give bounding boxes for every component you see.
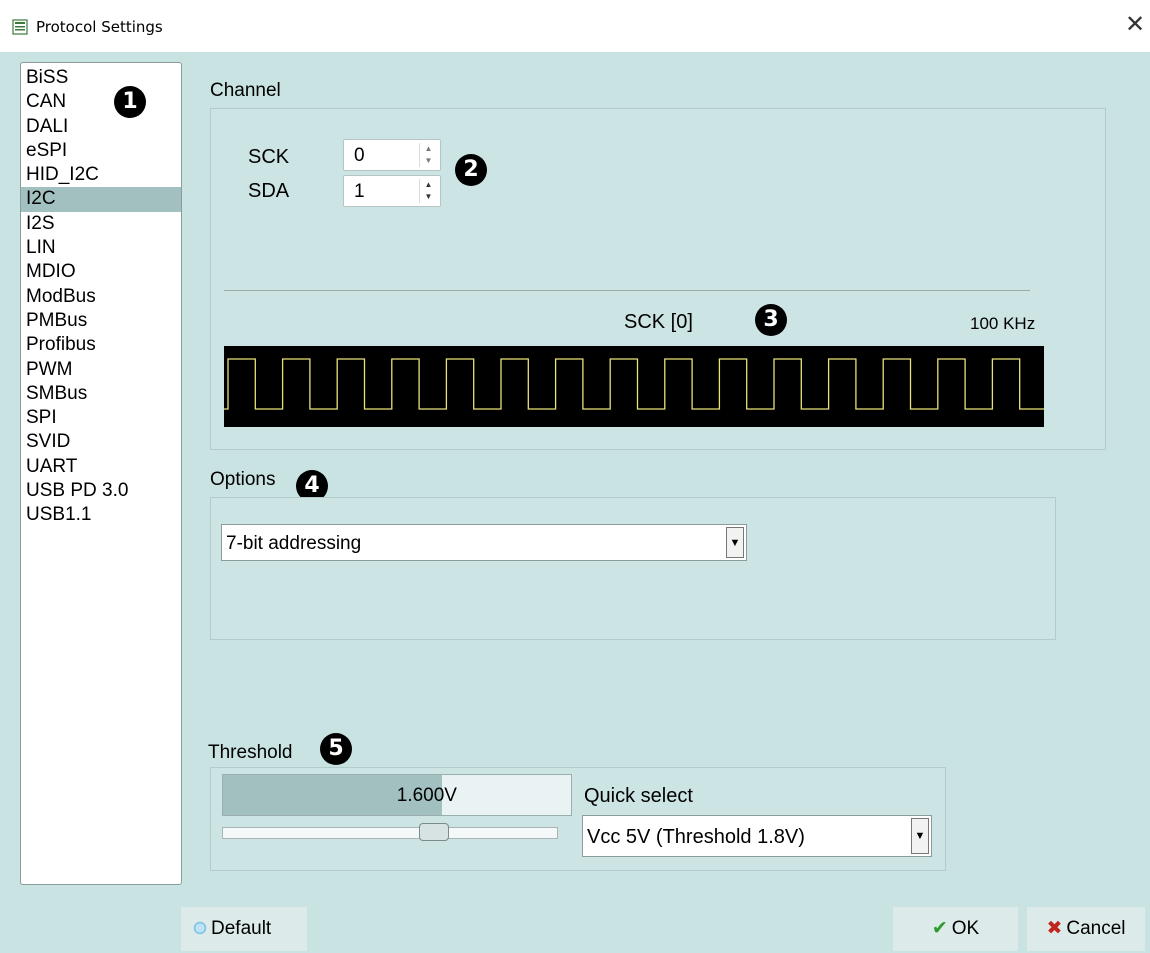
protocol-item-dali[interactable]: DALI: [21, 115, 181, 139]
chevron-down-icon[interactable]: ▼: [726, 527, 744, 558]
protocol-item-biss[interactable]: BiSS: [21, 66, 181, 90]
options-group: [210, 497, 1056, 640]
sck-label: SCK: [248, 146, 290, 168]
channel-divider: [224, 290, 1030, 291]
sck-spin-arrows[interactable]: ▲ ▼: [419, 143, 437, 167]
sda-spin-arrows[interactable]: ▲ ▼: [419, 179, 437, 203]
protocol-item-uart[interactable]: UART: [21, 455, 181, 479]
ok-label: OK: [951, 918, 980, 939]
protocol-item-spi[interactable]: SPI: [21, 406, 181, 430]
cancel-button[interactable]: ✖ Cancel: [1027, 907, 1145, 951]
protocol-item-profibus[interactable]: Profibus: [21, 333, 181, 357]
protocol-item-pwm[interactable]: PWM: [21, 358, 181, 382]
spin-up-icon[interactable]: ▲: [420, 179, 437, 191]
sda-value: 1: [354, 181, 365, 202]
protocol-item-svid[interactable]: SVID: [21, 430, 181, 454]
waveform-plot: [224, 358, 1102, 410]
protocol-item-hid-i2c[interactable]: HID_I2C: [21, 163, 181, 187]
spin-up-icon[interactable]: ▲: [420, 143, 437, 155]
sck-value: 0: [354, 145, 365, 166]
protocol-item-can[interactable]: CAN: [21, 90, 181, 114]
sda-spinbox[interactable]: 1 ▲ ▼: [343, 175, 441, 207]
spin-down-icon[interactable]: ▼: [420, 155, 437, 167]
protocol-item-usb1-1[interactable]: USB1.1: [21, 503, 181, 527]
app-icon: [12, 19, 28, 35]
radio-dot-icon: [193, 907, 207, 951]
frequency-label: 100 KHz: [970, 314, 1036, 333]
waveform-trace: [224, 358, 1102, 410]
cancel-label: Cancel: [1066, 918, 1126, 939]
window-title: Protocol Settings: [36, 18, 163, 36]
protocol-item-mdio[interactable]: MDIO: [21, 260, 181, 284]
chevron-down-icon[interactable]: ▼: [911, 818, 929, 854]
default-label: Default: [211, 918, 272, 939]
protocol-item-smbus[interactable]: SMBus: [21, 382, 181, 406]
protocol-item-i2c[interactable]: I2C: [21, 187, 181, 212]
badge-5: 5: [320, 733, 352, 765]
quick-select-label: Quick select: [584, 785, 693, 807]
channel-label: Channel: [210, 80, 281, 101]
spin-down-icon[interactable]: ▼: [420, 191, 437, 203]
sck-waveform: [224, 346, 1102, 427]
threshold-slider[interactable]: [222, 827, 558, 839]
protocol-list[interactable]: BiSS CAN DALI eSPI HID_I2C I2C I2S LIN MDIO ModBu…: [20, 62, 182, 885]
signal-label: SCK [0]: [624, 311, 693, 333]
sda-label: SDA: [248, 180, 290, 202]
threshold-label: Threshold: [208, 742, 293, 763]
sck-spinbox[interactable]: 0 ▲ ▼: [343, 139, 441, 171]
quick-select-dropdown[interactable]: Vcc 5V (Threshold 1.8V) ▼: [582, 815, 932, 857]
threshold-value: 1.600V: [396, 785, 457, 806]
badge-2: 2: [455, 154, 487, 186]
protocol-item-lin[interactable]: LIN: [21, 236, 181, 260]
addressing-select[interactable]: 7-bit addressing ▼: [221, 524, 747, 561]
protocol-item-modbus[interactable]: ModBus: [21, 285, 181, 309]
threshold-slider-handle[interactable]: [418, 823, 449, 841]
ok-button[interactable]: ✔ OK: [893, 907, 1018, 951]
check-icon: ✔: [931, 918, 948, 939]
addressing-value: 7-bit addressing: [226, 533, 362, 554]
cancel-x-icon: ✖: [1046, 918, 1063, 939]
threshold-level-bar: 1.600V: [222, 774, 572, 816]
default-button[interactable]: Default: [181, 907, 307, 951]
quick-select-value: Vcc 5V (Threshold 1.8V): [587, 826, 805, 848]
close-icon[interactable]: ✕: [1122, 12, 1148, 38]
protocol-item-pmbus[interactable]: PMBus: [21, 309, 181, 333]
title-bar: Protocol Settings ✕: [0, 0, 1150, 52]
options-label: Options: [210, 469, 276, 490]
protocol-item-i2s[interactable]: I2S: [21, 212, 181, 236]
protocol-item-usb-pd-3-0[interactable]: USB PD 3.0: [21, 479, 181, 503]
protocol-item-espi[interactable]: eSPI: [21, 139, 181, 163]
badge-1: 1: [114, 86, 146, 118]
badge-3: 3: [755, 304, 787, 336]
